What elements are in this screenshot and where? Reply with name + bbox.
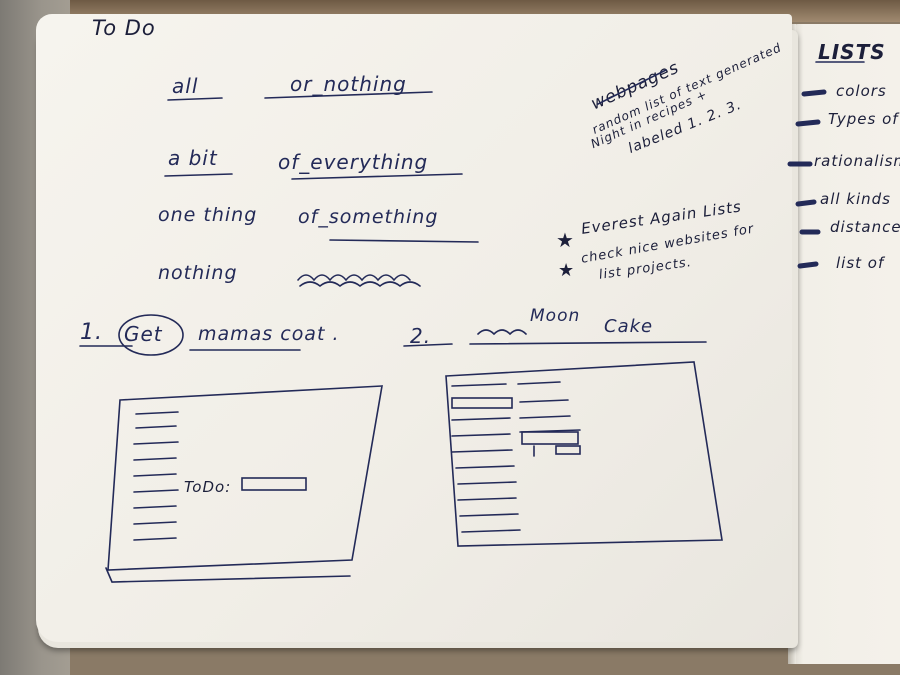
scribble — [299, 281, 421, 288]
list-bullets — [787, 89, 827, 269]
circle-mark — [118, 314, 184, 356]
sketch-frame — [445, 361, 723, 547]
underline — [403, 343, 453, 347]
sketch-input-box — [241, 477, 307, 491]
sketch-lines — [451, 381, 581, 533]
scribble — [297, 274, 411, 282]
underline — [164, 173, 233, 177]
underline — [167, 97, 223, 101]
underline — [329, 239, 479, 243]
sketch-lines — [133, 411, 179, 541]
underline — [597, 69, 667, 105]
underline — [291, 173, 463, 180]
scribble — [477, 329, 527, 336]
underline — [264, 91, 433, 99]
ink-strokes — [79, 61, 865, 583]
underline — [469, 341, 707, 345]
sketch-frame — [105, 567, 351, 583]
